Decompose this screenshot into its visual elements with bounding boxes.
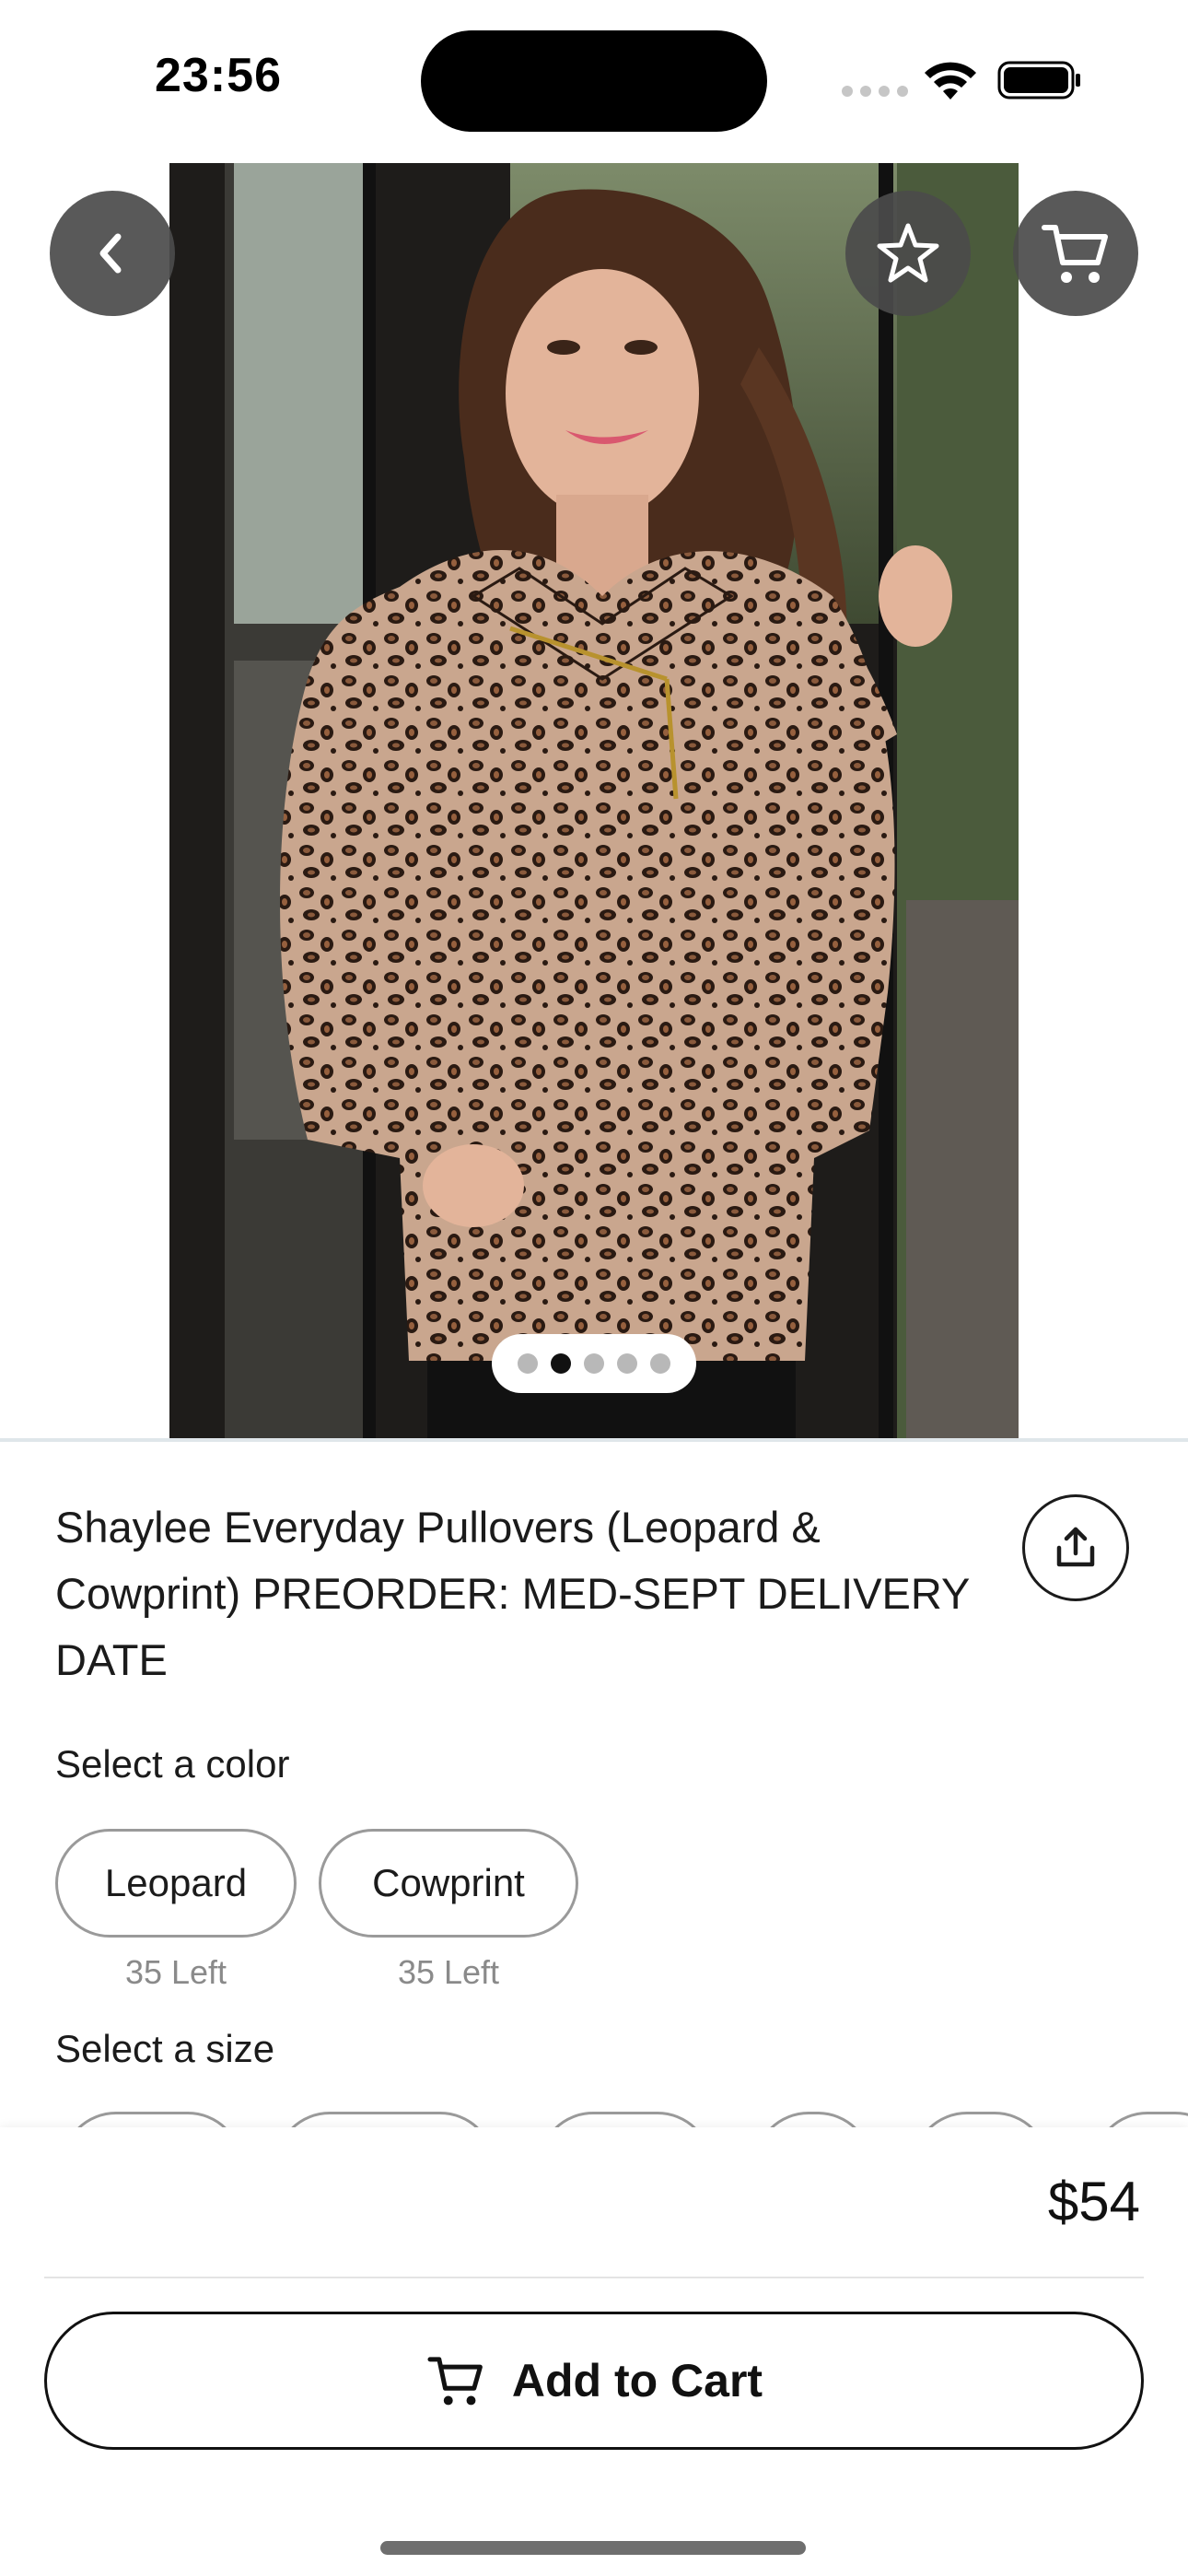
pager-dot[interactable] <box>650 1353 670 1374</box>
pager-dot[interactable] <box>584 1353 604 1374</box>
wifi-icon <box>925 62 976 100</box>
stock-count-leopard: 35 Left <box>124 1953 227 1991</box>
share-button[interactable] <box>1022 1494 1129 1601</box>
add-to-cart-label: Add to Cart <box>511 2355 763 2406</box>
color-section-label: Select a color <box>55 1742 290 1786</box>
cart-icon <box>1042 225 1108 283</box>
back-button[interactable] <box>50 191 175 316</box>
color-option-cowprint[interactable]: Cowprint <box>319 1829 578 1938</box>
dynamic-island <box>421 30 767 132</box>
product-title: Shaylee Everyday Pullovers (Leopard & Co… <box>55 1503 970 1684</box>
favorite-button[interactable] <box>845 191 971 316</box>
size-section-label: Select a size <box>55 2027 275 2070</box>
color-option-leopard[interactable]: Leopard <box>55 1829 297 1938</box>
status-time: 23:56 <box>155 49 282 102</box>
share-icon <box>1056 1527 1095 1567</box>
cart-button[interactable] <box>1013 191 1138 316</box>
chevron-left-icon <box>99 233 122 274</box>
product-photo <box>169 163 1019 1438</box>
battery-icon <box>997 61 1080 100</box>
cellular-signal-icon <box>842 86 908 97</box>
pager-dot-active[interactable] <box>551 1353 571 1374</box>
image-divider <box>0 1438 1188 1442</box>
add-to-cart-button[interactable]: Add to Cart <box>44 2312 1144 2450</box>
pager-dot[interactable] <box>617 1353 637 1374</box>
stock-count-cowprint: 35 Left <box>397 1953 500 1991</box>
home-indicator[interactable] <box>380 2541 806 2555</box>
divider <box>44 2277 1144 2278</box>
cart-icon <box>427 2357 483 2406</box>
status-bar: 23:56 <box>0 0 1188 157</box>
pager-dot[interactable] <box>518 1353 538 1374</box>
star-outline-icon <box>877 223 939 283</box>
product-price: $54 <box>1047 2171 1140 2232</box>
product-image[interactable] <box>169 163 1019 1438</box>
image-pager[interactable] <box>492 1334 696 1393</box>
